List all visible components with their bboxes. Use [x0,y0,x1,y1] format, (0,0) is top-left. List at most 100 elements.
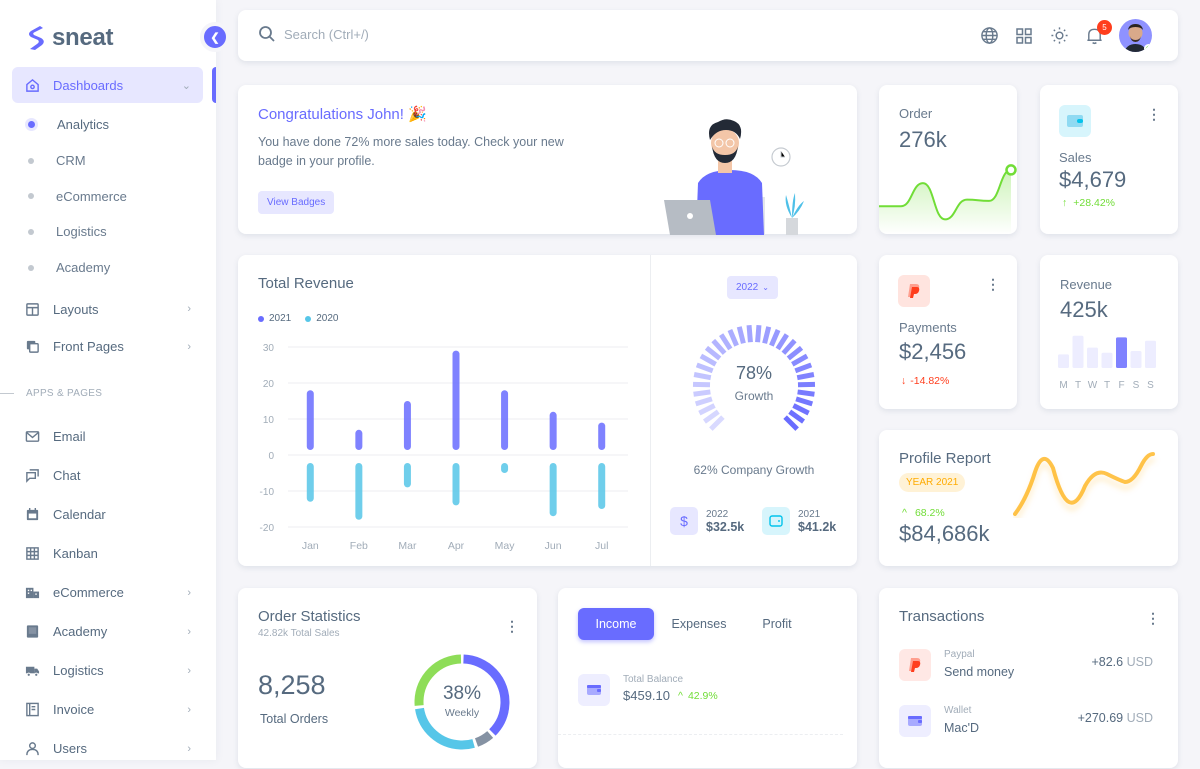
stat-year: 2021 [798,509,836,520]
revenue-value: 425k [1060,297,1108,323]
arrow-down-icon: ↓ [901,375,906,387]
layout-icon [24,301,40,317]
total-orders-value: 8,258 [258,670,326,701]
sidebar-item-academy[interactable]: Academy› [12,613,203,651]
donut-percent: 38% [412,683,512,705]
sidebar-subitem-label: Logistics [56,224,107,239]
dollar-icon: $ [670,507,698,535]
y-tick-label: -20 [260,523,275,534]
transaction-row[interactable]: Paypal Send money +82.6 USD [899,647,1159,683]
growth-stat-2022: $ 2022$32.5k [670,507,744,535]
search-bar[interactable]: Search (Ctrl+/) [258,25,369,43]
day-label: W [1088,380,1098,391]
order-stats-options-button[interactable]: ⋮ [505,619,519,633]
sidebar-item-layouts[interactable]: Layouts › [12,291,203,327]
weekly-bar-2 [1087,348,1098,368]
man-with-laptop-illustration [658,115,838,235]
weekly-bar-6 [1145,341,1156,368]
gauge-tick [771,330,778,346]
stat-value: $32.5k [706,520,744,534]
x-tick-label: May [495,540,516,552]
sidebar-item-chat[interactable]: Chat [12,457,203,495]
order-card: Order 276k [879,85,1017,234]
bullet-icon [28,265,34,271]
day-label: M [1059,380,1067,391]
sidebar-item-front-pages[interactable]: Front Pages › [12,329,203,365]
profile-report-value: $84,686k [899,521,990,547]
sidebar-subitem-label: Analytics [57,117,109,132]
tab-expenses[interactable]: Expenses [654,608,744,640]
shortcuts-button[interactable] [1014,26,1034,46]
truck-icon [24,663,40,679]
x-tick-label: Feb [350,540,368,552]
sidebar-subitem-ecommerce[interactable]: eCommerce [12,178,203,214]
sidebar-subitem-academy[interactable]: Academy [12,250,203,286]
growth-percent: 78% [684,363,824,384]
user-avatar[interactable] [1119,19,1152,52]
view-badges-button[interactable]: View Badges [258,191,334,214]
notification-badge: 5 [1097,20,1112,35]
day-label: F [1118,380,1124,391]
gauge-tick [793,406,808,414]
transaction-row[interactable]: Wallet Mac'D +270.69 USD [899,703,1159,739]
x-tick-label: Jul [595,540,608,552]
language-button[interactable] [979,26,999,46]
brand-logo[interactable]: sneat [26,24,113,52]
weekly-bar-4 [1116,337,1127,368]
sidebar-subitem-logistics[interactable]: Logistics [12,214,203,250]
sidebar-subitem-crm[interactable]: CRM [12,143,203,179]
day-label: S [1133,380,1140,391]
sidebar-item-logistics[interactable]: Logistics› [12,652,203,690]
chevron-down-icon: ⌄ [182,79,191,92]
gauge-tick [758,325,759,342]
bar-2021-jul [598,423,605,450]
collapse-sidebar-button[interactable]: ❮ [200,22,230,52]
sidebar-item-invoice[interactable]: Invoice › [12,691,203,729]
tab-income[interactable]: Income [578,608,654,640]
gauge-tick [765,327,769,343]
chevron-left-icon: ❮ [210,31,219,44]
chevron-down-icon: ⌄ [762,283,769,292]
mail-icon [24,429,40,445]
sidebar-item-label: Dashboards [53,78,123,93]
sidebar-item-label: Invoice [53,702,94,717]
payments-options-button[interactable]: ⋮ [986,277,1000,291]
revenue-label: Revenue [1060,277,1112,292]
sidebar-item-email[interactable]: Email [12,418,203,456]
chevron-right-icon: › [187,704,191,716]
balance-row: $459.10 ^42.9% [623,688,718,703]
search-input[interactable]: Search (Ctrl+/) [284,27,369,42]
notifications-button[interactable]: 5 [1084,26,1104,46]
user-icon [24,741,40,757]
sales-options-button[interactable]: ⋮ [1147,107,1161,121]
legend-item-2020[interactable]: 2020 [305,313,338,324]
balance-change-value: 42.9% [688,690,718,702]
bar-2021-feb [355,430,362,450]
legend-item-2021[interactable]: 2021 [258,313,291,324]
day-label: S [1147,380,1154,391]
chevron-right-icon: › [187,341,191,353]
year-select-dropdown[interactable]: 2022⌄ [727,276,778,299]
x-tick-label: Jun [545,540,562,552]
chart-gridline [558,734,843,735]
bar-2021-may [501,390,508,450]
sidebar-item-users[interactable]: Users› [12,730,203,768]
gauge-tick [706,348,719,359]
theme-toggle-button[interactable] [1049,26,1069,46]
sidebar-item-kanban[interactable]: Kanban [12,535,203,573]
sidebar-subitem-analytics[interactable]: Analytics [12,107,203,143]
y-tick-label: 20 [263,379,275,390]
sidebar-item-ecommerce[interactable]: eCommerce› [12,574,203,612]
sidebar-item-calendar[interactable]: Calendar [12,496,203,534]
tab-profit[interactable]: Profit [744,608,810,640]
year-badge: YEAR 2021 [899,473,965,492]
weekly-revenue-chart: MTWTFSS [1058,330,1163,395]
wallet-icon [762,507,790,535]
sidebar-item-dashboards[interactable]: Dashboards ⌄ [12,67,203,103]
transactions-options-button[interactable]: ⋮ [1146,611,1160,625]
y-tick-label: -10 [260,487,275,498]
payments-change: ↓-14.82% [901,375,949,387]
sneat-logo-icon [26,25,46,51]
profile-report-title: Profile Report [899,450,991,467]
balance-label: Total Balance [623,674,683,685]
